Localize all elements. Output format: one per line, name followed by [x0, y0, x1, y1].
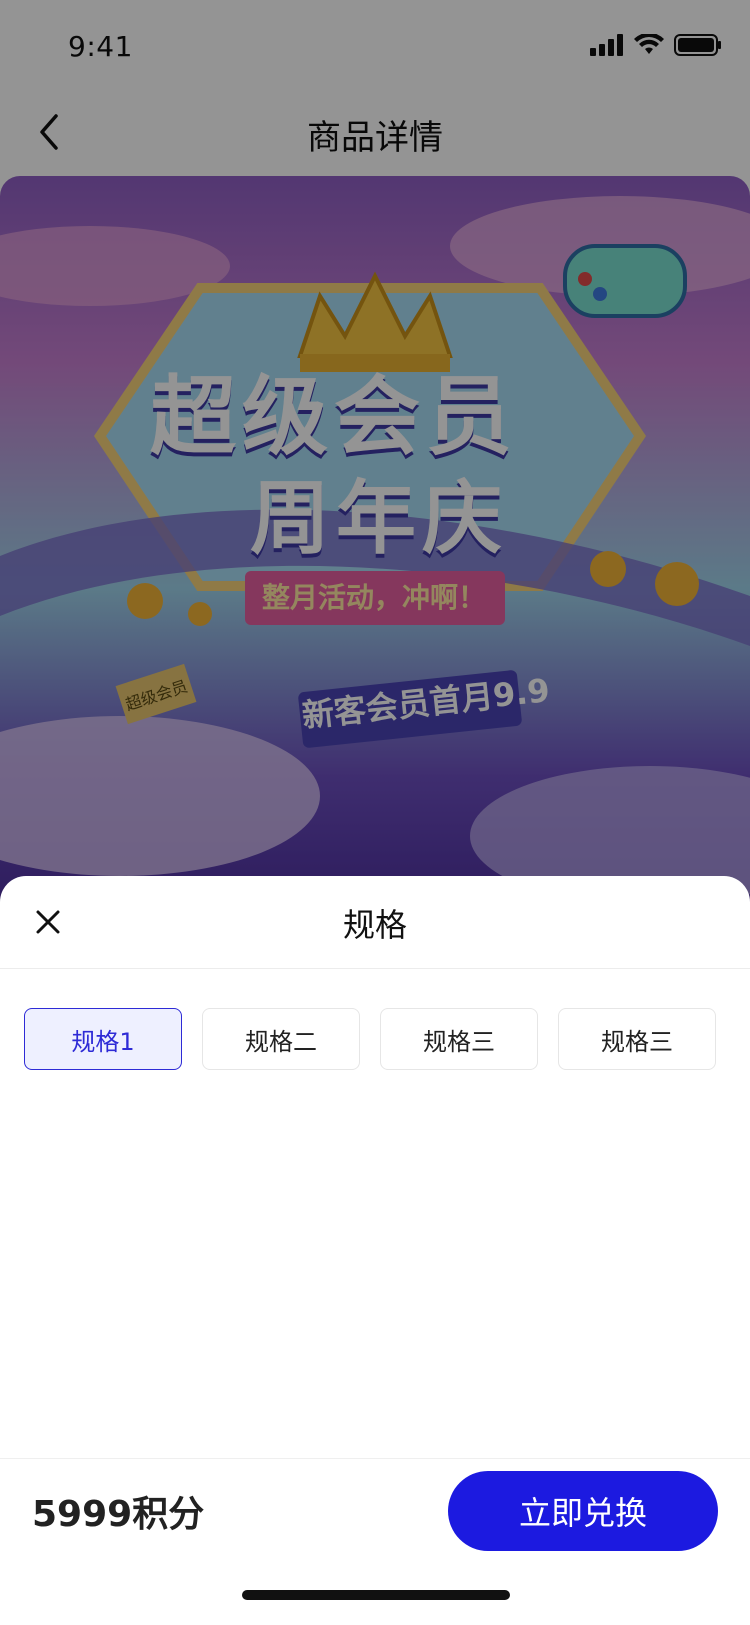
- home-indicator[interactable]: [242, 1590, 510, 1600]
- spec-option[interactable]: 规格三: [558, 1008, 716, 1070]
- sheet-title: 规格: [342, 906, 407, 944]
- spec-option[interactable]: 规格二: [202, 1008, 360, 1070]
- spec-option[interactable]: 规格三: [380, 1008, 538, 1070]
- points-price: 5999积分: [32, 1494, 205, 1535]
- sheet-header: 规格: [0, 876, 750, 969]
- spec-option[interactable]: 规格1: [24, 1008, 182, 1070]
- exchange-now-button[interactable]: 立即兑换: [448, 1471, 718, 1551]
- spec-options: 规格1 规格二 规格三 规格三: [24, 1008, 716, 1070]
